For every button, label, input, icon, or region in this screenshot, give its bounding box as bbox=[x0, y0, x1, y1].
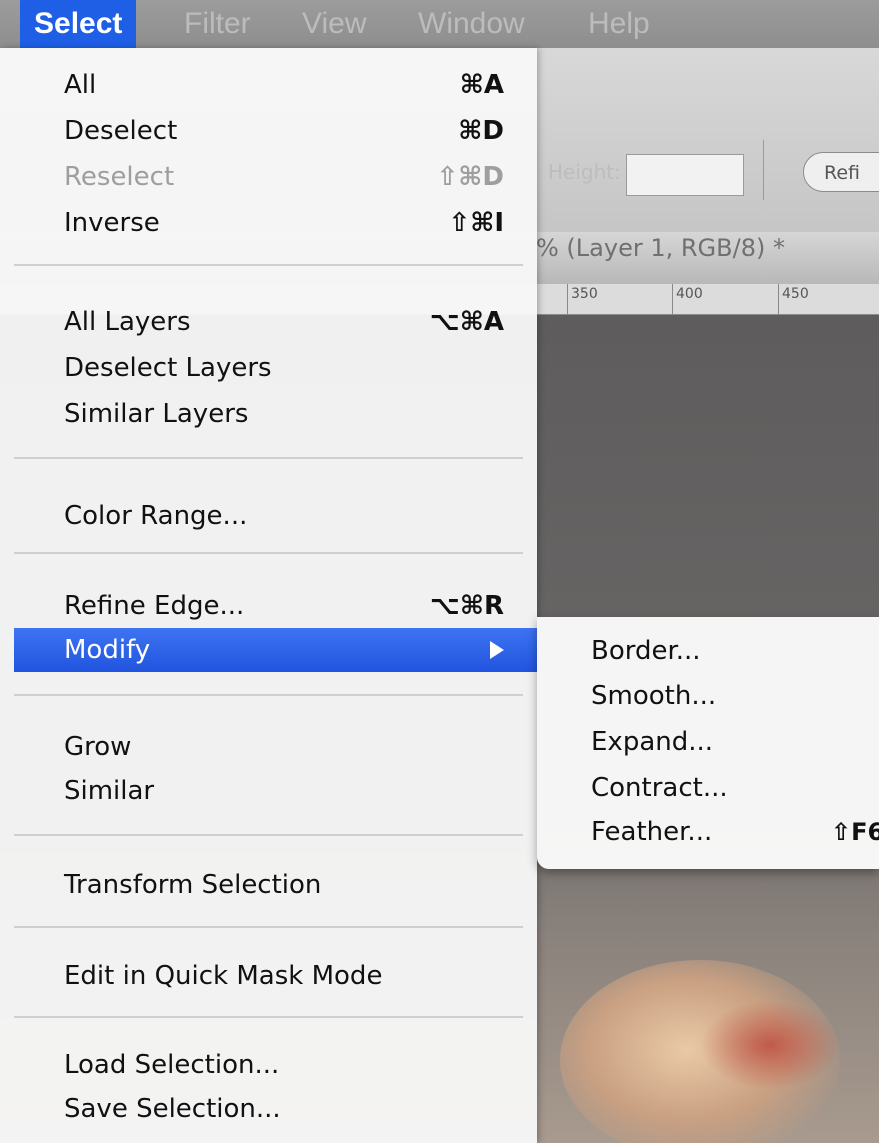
menu-separator bbox=[14, 457, 523, 459]
submenu-item-feather[interactable]: Feather... ⇧F6 bbox=[537, 810, 879, 854]
menu-item-load-selection[interactable]: Load Selection... bbox=[0, 1043, 537, 1087]
ruler-label: 350 bbox=[571, 286, 598, 302]
menu-item-deselect-layers[interactable]: Deselect Layers bbox=[0, 346, 537, 390]
canvas-image-detail bbox=[700, 1000, 840, 1090]
menu-item-similar[interactable]: Similar bbox=[0, 769, 537, 813]
submenu-item-label: Expand... bbox=[591, 727, 714, 757]
menu-item-all-layers[interactable]: All Layers ⌥⌘A bbox=[0, 300, 537, 344]
menu-item-inverse[interactable]: Inverse ⇧⌘I bbox=[0, 201, 537, 245]
menu-item-label: Similar bbox=[64, 776, 155, 806]
menu-item-label: Edit in Quick Mask Mode bbox=[64, 961, 383, 991]
menu-item-all[interactable]: All ⌘A bbox=[0, 63, 537, 107]
submenu-item-label: Border... bbox=[591, 636, 701, 666]
toolbar-divider bbox=[763, 140, 764, 200]
menu-item-label: Similar Layers bbox=[64, 399, 249, 429]
submenu-item-label: Feather... bbox=[591, 817, 713, 847]
menu-separator bbox=[14, 926, 523, 928]
menu-item-label: Deselect Layers bbox=[64, 353, 272, 383]
menu-separator bbox=[14, 552, 523, 554]
menu-item-label: Color Range... bbox=[64, 501, 248, 531]
ruler-tick bbox=[778, 284, 779, 314]
menu-item-refine-edge[interactable]: Refine Edge... ⌥⌘R bbox=[0, 584, 537, 628]
menu-item-similar-layers[interactable]: Similar Layers bbox=[0, 392, 537, 436]
menu-separator bbox=[14, 264, 523, 266]
ruler-tick bbox=[672, 284, 673, 314]
menu-item-shortcut: ⌥⌘A bbox=[429, 307, 504, 337]
menu-bar: Select Filter View Window Help bbox=[0, 0, 879, 48]
menu-window[interactable]: Window bbox=[418, 0, 525, 48]
menu-help[interactable]: Help bbox=[588, 0, 650, 48]
menu-item-save-selection[interactable]: Save Selection... bbox=[0, 1087, 537, 1131]
menu-separator bbox=[14, 1016, 523, 1018]
select-menu: All ⌘A Deselect ⌘D Reselect ⇧⌘D Inverse … bbox=[0, 48, 537, 1143]
menu-item-reselect: Reselect ⇧⌘D bbox=[0, 155, 537, 199]
menu-item-shortcut: ⇧⌘I bbox=[448, 208, 504, 238]
submenu-item-contract[interactable]: Contract... bbox=[537, 766, 879, 810]
menu-separator bbox=[14, 694, 523, 696]
refine-edge-button[interactable]: Refi bbox=[803, 152, 879, 192]
menu-item-label: Deselect bbox=[64, 116, 178, 146]
menu-item-label: Grow bbox=[64, 732, 132, 762]
submenu-item-label: Smooth... bbox=[591, 681, 717, 711]
menu-item-color-range[interactable]: Color Range... bbox=[0, 494, 537, 538]
submenu-item-label: Contract... bbox=[591, 773, 728, 803]
submenu-item-expand[interactable]: Expand... bbox=[537, 720, 879, 764]
menu-item-label: Transform Selection bbox=[64, 870, 322, 900]
submenu-item-smooth[interactable]: Smooth... bbox=[537, 674, 879, 718]
menu-item-shortcut: ⌘A bbox=[459, 70, 504, 100]
ruler-label: 400 bbox=[676, 286, 703, 302]
menu-item-label: All Layers bbox=[64, 307, 191, 337]
menu-select[interactable]: Select bbox=[20, 0, 137, 48]
submenu-item-shortcut: ⇧F6 bbox=[831, 818, 879, 846]
menu-item-label: Refine Edge... bbox=[64, 591, 245, 621]
menu-item-transform-selection[interactable]: Transform Selection bbox=[0, 863, 537, 907]
document-title: % (Layer 1, RGB/8) * bbox=[536, 234, 785, 262]
height-input[interactable] bbox=[626, 154, 744, 196]
ruler-tick bbox=[567, 284, 568, 314]
ruler-label: 450 bbox=[782, 286, 809, 302]
modify-submenu: Border... Smooth... Expand... Contract..… bbox=[537, 617, 879, 869]
submenu-arrow-icon bbox=[490, 641, 504, 659]
menu-separator bbox=[14, 834, 523, 836]
menu-item-shortcut: ⌥⌘R bbox=[429, 591, 504, 621]
menu-item-grow[interactable]: Grow bbox=[0, 725, 537, 769]
menu-item-label: Modify bbox=[64, 635, 151, 665]
menu-item-quick-mask[interactable]: Edit in Quick Mask Mode bbox=[0, 954, 537, 998]
menu-item-modify[interactable]: Modify bbox=[14, 628, 537, 672]
menu-item-shortcut: ⌘D bbox=[458, 116, 504, 146]
menu-item-label: All bbox=[64, 70, 97, 100]
menu-item-label: Reselect bbox=[64, 162, 175, 192]
menu-view[interactable]: View bbox=[302, 0, 366, 48]
menu-filter[interactable]: Filter bbox=[184, 0, 251, 48]
menu-item-deselect[interactable]: Deselect ⌘D bbox=[0, 109, 537, 153]
submenu-item-border[interactable]: Border... bbox=[537, 629, 879, 673]
menu-item-label: Inverse bbox=[64, 208, 160, 238]
menu-item-label: Save Selection... bbox=[64, 1094, 281, 1124]
menu-item-label: Load Selection... bbox=[64, 1050, 280, 1080]
menu-item-shortcut: ⇧⌘D bbox=[436, 162, 505, 192]
height-label: Height: bbox=[548, 160, 621, 184]
